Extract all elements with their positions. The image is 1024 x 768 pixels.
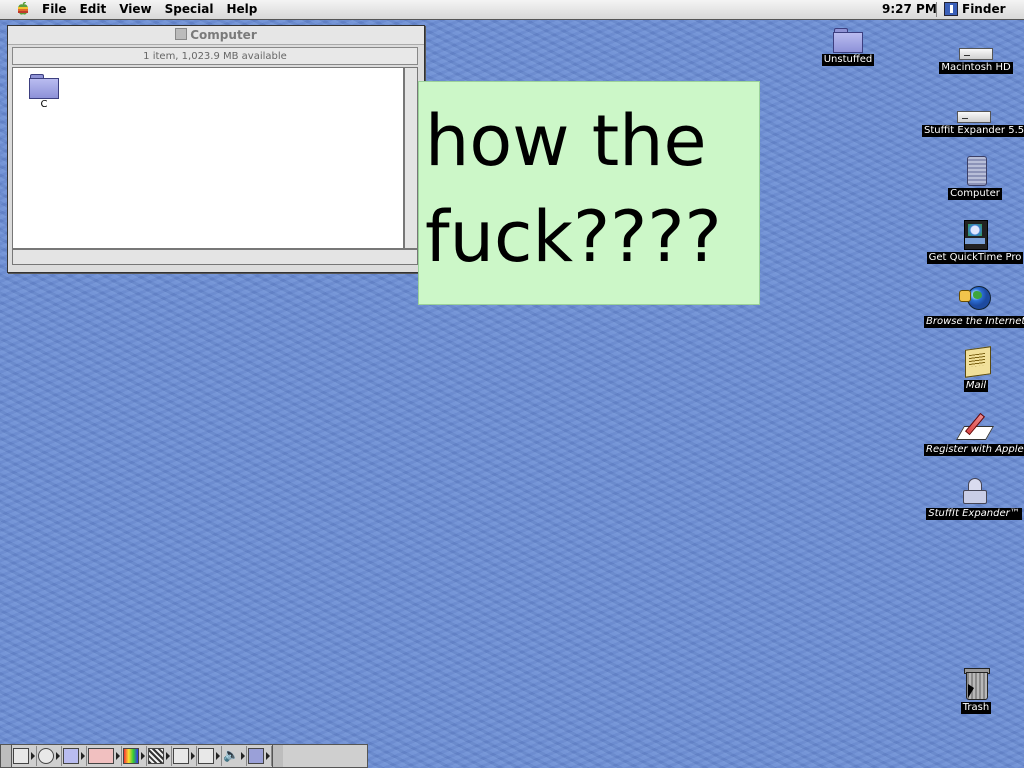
menu-separator	[936, 2, 937, 17]
application-menu[interactable]: Finder	[944, 2, 1006, 16]
mail-alias-icon	[961, 346, 991, 378]
printer-icon	[173, 748, 189, 764]
desktop-icon-browse-the-internet[interactable]: Browse the Internet	[924, 284, 1024, 328]
desktop-icon-macintosh-hd[interactable]: Macintosh HD	[936, 30, 1016, 74]
menu-view[interactable]: View	[119, 2, 151, 16]
monitor-icon	[13, 748, 29, 764]
desktop-icon-label: Stuffit Expander 5.5	[922, 125, 1024, 137]
mouse-pointer-icon	[968, 684, 974, 698]
desktop-icon-unstuffed[interactable]: Unstuffed	[816, 28, 880, 66]
folder-label: C	[40, 99, 48, 110]
desktop-icon-register-with-apple[interactable]: Register with Apple	[924, 412, 1024, 456]
chevron-right-icon	[31, 752, 35, 760]
desktop-icon-label: Trash	[960, 702, 992, 714]
desktop-icon-label: Computer	[948, 188, 1002, 200]
control-strip-keychain[interactable]	[247, 746, 272, 766]
apple-menu-icon[interactable]	[16, 2, 30, 16]
folder-icon	[29, 74, 59, 99]
desktop-icon-stuffit-expander-volume[interactable]: Stuffit Expander 5.5	[922, 95, 1024, 137]
folder-icon	[833, 28, 863, 53]
desktop-icon-label: Register with Apple	[924, 444, 1024, 456]
file-sharing-icon	[63, 748, 79, 764]
menu-special[interactable]: Special	[165, 2, 214, 16]
control-strip-end-tab[interactable]	[272, 745, 283, 767]
menu-clock[interactable]: 9:27 PM	[882, 2, 937, 16]
chevron-right-icon	[166, 752, 170, 760]
desktop-icon-label: Browse the Internet	[924, 316, 1024, 328]
color-depth-icon	[123, 748, 139, 764]
vertical-scrollbar[interactable]	[404, 67, 418, 249]
window-titlebar[interactable]: Computer	[8, 26, 424, 45]
control-strip-sound-volume[interactable]: 🔈	[222, 746, 247, 766]
control-strip-color-depth[interactable]	[122, 746, 147, 766]
control-strip: 🔈	[0, 744, 368, 768]
horizontal-scrollbar[interactable]	[12, 249, 418, 265]
chevron-right-icon	[81, 752, 85, 760]
window-title: Computer	[190, 28, 257, 42]
sticky-line-2: fuck????	[425, 196, 722, 278]
control-strip-monitor[interactable]	[12, 746, 37, 766]
menu-edit[interactable]: Edit	[80, 2, 107, 16]
chevron-right-icon	[56, 752, 60, 760]
resolution-icon	[148, 748, 164, 764]
folder-c[interactable]: C	[27, 74, 61, 110]
quicktime-movie-icon	[961, 220, 989, 250]
desktop-icon-label: Get QuickTime Pro	[926, 252, 1024, 264]
desktop-icon-get-quicktime-pro[interactable]: Get QuickTime Pro	[926, 220, 1024, 264]
sticky-note[interactable]: how the fuck????	[418, 81, 760, 305]
window-content: C	[12, 67, 404, 249]
chevron-right-icon	[141, 752, 145, 760]
application-menu-label: Finder	[962, 2, 1006, 16]
desktop-icon-trash[interactable]: Trash	[950, 668, 1002, 714]
chevron-right-icon	[266, 752, 270, 760]
desktop-icon-stuffit-expander-app[interactable]: StuffIt Expander™	[924, 476, 1024, 520]
remote-access-icon	[198, 748, 214, 764]
desktop-icon-label: StuffIt Expander™	[926, 508, 1022, 520]
desktop-icon-label: Unstuffed	[821, 54, 875, 66]
control-strip-remote-access[interactable]	[197, 746, 222, 766]
chevron-right-icon	[241, 752, 245, 760]
cd-icon	[38, 748, 54, 764]
speaker-icon: 🔈	[223, 748, 240, 763]
computer-icon	[961, 156, 989, 186]
hard-disk-icon	[959, 48, 993, 60]
keychain-icon	[248, 748, 264, 764]
chevron-right-icon	[191, 752, 195, 760]
control-strip-resolution[interactable]	[147, 746, 172, 766]
trash-icon	[963, 668, 990, 700]
menu-bar: File Edit View Special Help 9:27 PM Find…	[0, 0, 1024, 20]
control-strip-printer[interactable]	[172, 746, 197, 766]
menu-list: File Edit View Special Help	[42, 2, 270, 16]
window-proxy-icon[interactable]	[175, 28, 188, 40]
control-strip-collapse-tab[interactable]	[1, 745, 12, 767]
desktop-icon-mail[interactable]: Mail	[944, 346, 1008, 392]
finder-window: Computer 1 item, 1,023.9 MB available C	[7, 25, 425, 273]
desktop-icon-label: Macintosh HD	[939, 62, 1013, 74]
control-strip-appletalk[interactable]	[87, 746, 122, 766]
chevron-right-icon	[116, 752, 120, 760]
appletalk-icon	[88, 748, 114, 764]
menu-help[interactable]: Help	[226, 2, 257, 16]
control-strip-cd-player[interactable]	[37, 746, 62, 766]
globe-alias-icon	[959, 284, 991, 314]
sticky-line-1: how the	[425, 100, 707, 182]
desktop-icon-label: Mail	[963, 380, 989, 392]
desktop-icon-computer[interactable]: Computer	[943, 156, 1007, 200]
finder-icon	[944, 2, 958, 16]
window-info-bar: 1 item, 1,023.9 MB available	[12, 47, 418, 65]
menu-file[interactable]: File	[42, 2, 67, 16]
stuffit-alias-icon	[959, 476, 989, 506]
disk-image-icon	[957, 111, 991, 123]
chevron-right-icon	[216, 752, 220, 760]
control-strip-file-sharing[interactable]	[62, 746, 87, 766]
register-alias-icon	[955, 412, 995, 442]
